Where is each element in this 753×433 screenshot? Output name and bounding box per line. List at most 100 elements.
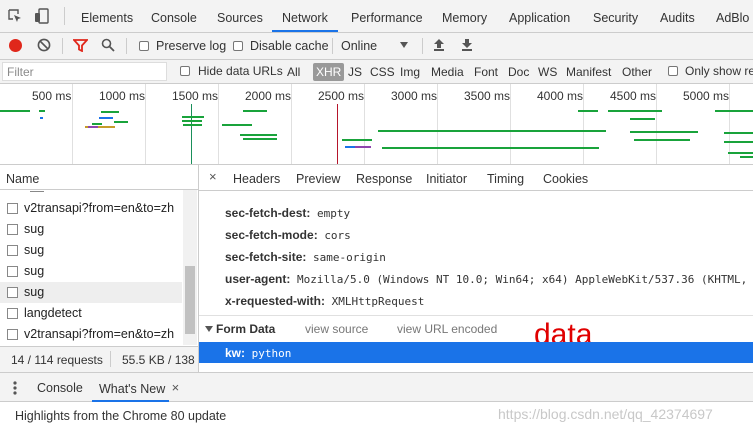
list-item[interactable]: v2transapi?from=en&to=zh bbox=[0, 324, 182, 345]
list-item[interactable]: v2transapi?from=en&to=zh bbox=[0, 198, 182, 219]
filter-placeholder: Filter bbox=[7, 65, 34, 79]
preserve-log-checkbox[interactable] bbox=[139, 41, 149, 51]
timeline-tick: 2000 ms bbox=[245, 89, 292, 103]
filter-bar: Filter Hide data URLs All XHR JS CSS Img… bbox=[0, 60, 753, 84]
filter-type-img[interactable]: Img bbox=[397, 63, 423, 81]
tab-network[interactable]: Network bbox=[272, 0, 338, 32]
header-row: sec-fetch-mode: cors bbox=[225, 228, 351, 242]
tab-console[interactable]: Console bbox=[151, 0, 197, 32]
search-icon[interactable] bbox=[101, 38, 115, 52]
waterfall-bar bbox=[724, 141, 753, 143]
export-har-icon[interactable] bbox=[461, 38, 473, 52]
triangle-down-icon[interactable] bbox=[205, 326, 213, 332]
waterfall-bar bbox=[740, 156, 753, 158]
waterfall-bar bbox=[355, 146, 371, 148]
waterfall-bar bbox=[88, 126, 98, 128]
tab-audits[interactable]: Audits bbox=[660, 0, 695, 32]
drawer-tab-console[interactable]: Console bbox=[37, 381, 83, 395]
waterfall-bar bbox=[243, 110, 267, 112]
waterfall-bar bbox=[382, 147, 599, 149]
drawer-tab-whats-new[interactable]: What's New × bbox=[92, 373, 179, 402]
close-icon[interactable]: × bbox=[209, 169, 217, 184]
filter-type-css[interactable]: CSS bbox=[367, 63, 398, 81]
filter-type-manifest[interactable]: Manifest bbox=[563, 63, 614, 81]
header-name: user-agent: bbox=[225, 272, 291, 286]
filter-type-js[interactable]: JS bbox=[345, 63, 365, 81]
view-source-link[interactable]: view source bbox=[305, 322, 368, 336]
inspect-element-icon[interactable] bbox=[8, 9, 22, 23]
close-icon[interactable]: × bbox=[172, 380, 180, 395]
request-name: v2transapi?from=en&to=zh bbox=[24, 327, 175, 341]
import-har-icon[interactable] bbox=[433, 38, 445, 52]
tab-sources[interactable]: Sources bbox=[217, 0, 263, 32]
devtools-tabbar: Elements Console Sources Network Perform… bbox=[0, 0, 753, 33]
waterfall-bar bbox=[715, 110, 753, 112]
preserve-log-label: Preserve log bbox=[156, 39, 227, 53]
waterfall-bar bbox=[92, 123, 102, 125]
list-item[interactable]: langdetect bbox=[0, 303, 182, 324]
header-name: sec-fetch-dest: bbox=[225, 206, 311, 220]
header-value: cors bbox=[324, 229, 351, 242]
filter-type-other[interactable]: Other bbox=[619, 63, 655, 81]
record-icon[interactable] bbox=[9, 39, 22, 52]
request-list-scrollbar[interactable] bbox=[183, 190, 197, 345]
tab-elements[interactable]: Elements bbox=[81, 0, 133, 32]
tab-cookies[interactable]: Cookies bbox=[543, 172, 588, 186]
header-name: sec-fetch-site: bbox=[225, 250, 307, 264]
filter-type-xhr[interactable]: XHR bbox=[313, 63, 345, 81]
form-data-title[interactable]: Form Data bbox=[216, 322, 275, 336]
tab-headers[interactable]: Headers bbox=[233, 172, 280, 186]
name-column-header[interactable]: Name bbox=[6, 172, 39, 186]
network-toolbar: Preserve log Disable cache Online bbox=[0, 33, 753, 60]
filter-icon[interactable] bbox=[71, 39, 90, 53]
device-toolbar-icon[interactable] bbox=[34, 8, 50, 24]
request-list: Name v2transapi?from=en&to=zh sug sug su… bbox=[0, 165, 199, 372]
timeline-tick: 1500 ms bbox=[172, 89, 219, 103]
disable-cache-checkbox[interactable] bbox=[233, 41, 243, 51]
waterfall-bar bbox=[101, 111, 119, 113]
waterfall-bar bbox=[728, 152, 753, 154]
tab-response[interactable]: Response bbox=[356, 172, 412, 186]
clear-icon[interactable] bbox=[37, 38, 51, 52]
waterfall-bar bbox=[243, 138, 277, 140]
list-item[interactable]: sug bbox=[0, 282, 182, 303]
tab-initiator[interactable]: Initiator bbox=[426, 172, 467, 186]
only-show-checkbox[interactable] bbox=[668, 66, 678, 76]
form-data-row[interactable]: kw: python bbox=[199, 342, 753, 363]
filter-type-doc[interactable]: Doc bbox=[505, 63, 532, 81]
list-item[interactable]: sug bbox=[0, 261, 182, 282]
throttle-select[interactable]: Online bbox=[341, 39, 377, 53]
filter-type-font[interactable]: Font bbox=[471, 63, 501, 81]
chevron-down-icon[interactable] bbox=[400, 42, 408, 48]
list-item[interactable]: sug bbox=[0, 240, 182, 261]
header-row: sec-fetch-dest: empty bbox=[225, 206, 350, 220]
hide-data-urls-label: Hide data URLs bbox=[198, 64, 283, 78]
timeline-tick: 4500 ms bbox=[610, 89, 657, 103]
tab-performance[interactable]: Performance bbox=[351, 0, 423, 32]
bottom-drawer: Console What's New × Highlights from the… bbox=[0, 372, 753, 433]
filter-type-all[interactable]: All bbox=[284, 63, 303, 81]
hide-data-urls-checkbox[interactable] bbox=[180, 66, 190, 76]
tab-security[interactable]: Security bbox=[593, 0, 638, 32]
tab-adblock[interactable]: AdBlo bbox=[716, 0, 749, 32]
form-data-key: kw: bbox=[225, 346, 246, 360]
tab-application[interactable]: Application bbox=[509, 0, 570, 32]
view-url-encoded-link[interactable]: view URL encoded bbox=[397, 322, 497, 336]
filter-type-ws[interactable]: WS bbox=[535, 63, 560, 81]
form-data-value: python bbox=[251, 347, 292, 360]
request-count: 14 / 114 requests bbox=[11, 353, 103, 367]
waterfall-bar bbox=[634, 139, 690, 141]
tab-memory[interactable]: Memory bbox=[442, 0, 487, 32]
tab-preview[interactable]: Preview bbox=[296, 172, 340, 186]
waterfall-bar bbox=[378, 130, 606, 132]
timeline-tick: 2500 ms bbox=[318, 89, 365, 103]
filter-input[interactable]: Filter bbox=[2, 62, 167, 81]
status-bar: 14 / 114 requests 55.5 KB / 138 bbox=[0, 346, 198, 372]
header-value: empty bbox=[316, 207, 351, 220]
tab-timing[interactable]: Timing bbox=[487, 172, 524, 186]
watermark-text: https://blog.csdn.net/qq_42374697 bbox=[498, 406, 713, 422]
list-item[interactable]: sug bbox=[0, 219, 182, 240]
network-overview[interactable]: 500 ms 1000 ms 1500 ms 2000 ms 2500 ms 3… bbox=[0, 84, 753, 165]
filter-type-media[interactable]: Media bbox=[428, 63, 467, 81]
drawer-menu-icon[interactable] bbox=[13, 380, 17, 396]
